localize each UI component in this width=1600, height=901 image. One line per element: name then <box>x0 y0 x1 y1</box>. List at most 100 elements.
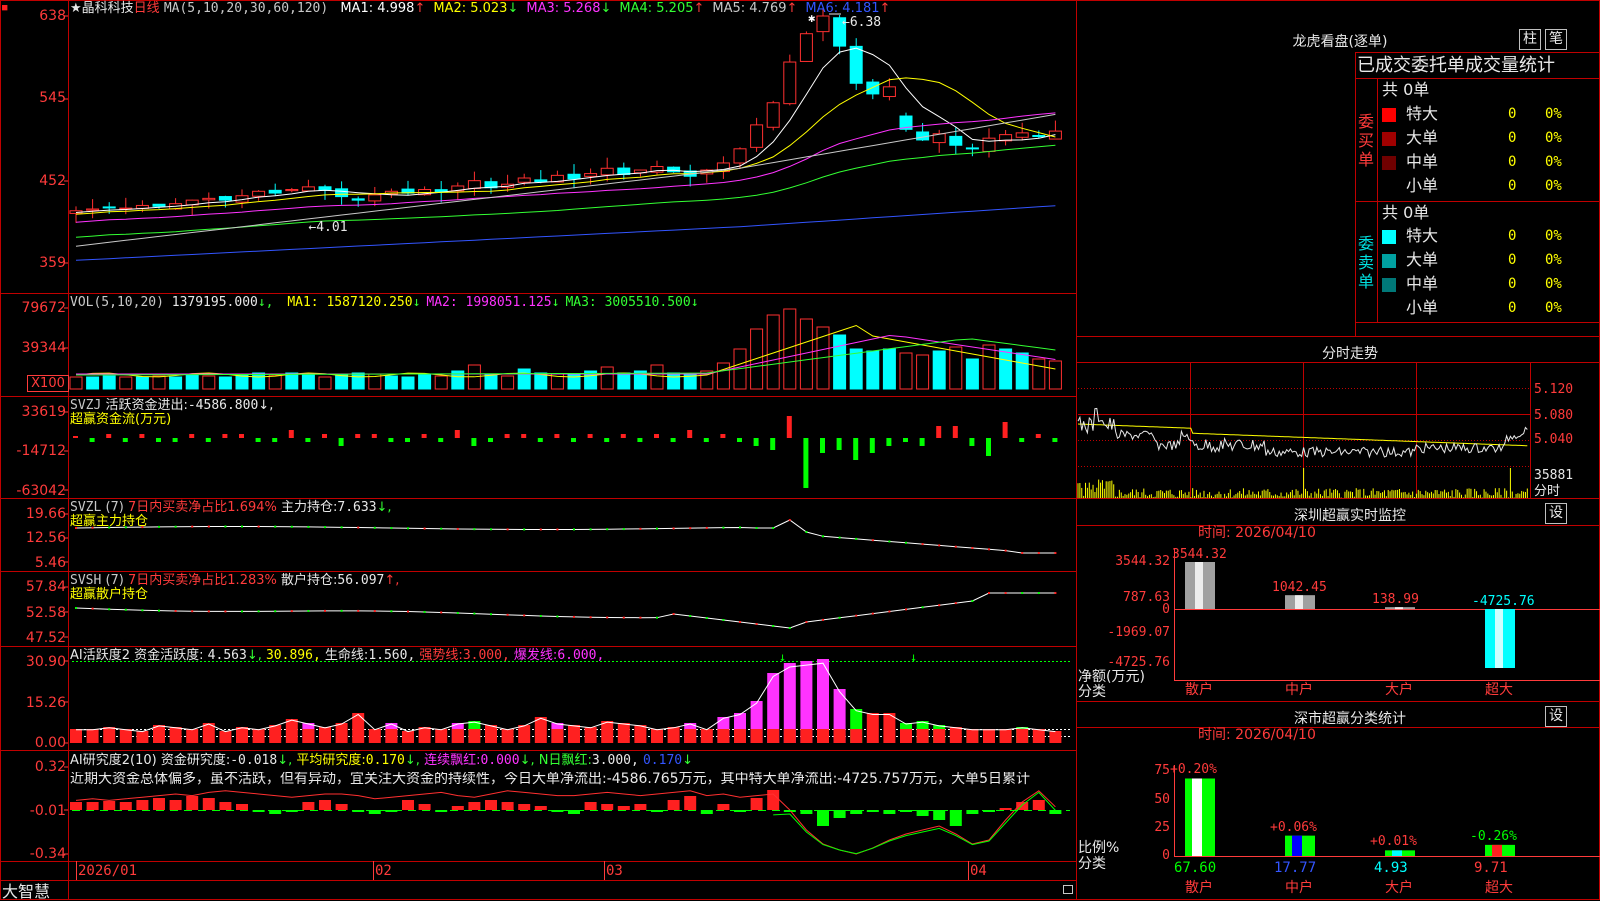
sz-monitor-y-tick: -4725.76 <box>1107 655 1170 670</box>
ma2-line <box>75 77 1056 215</box>
svsh-dot <box>656 616 658 619</box>
ai-active-bar <box>949 727 962 743</box>
sz-monitor-category: 散户 <box>1185 682 1213 698</box>
svsh-dot <box>639 616 642 619</box>
svzj-bar <box>720 434 726 438</box>
sz-category-settings-button[interactable]: 设 <box>1545 706 1567 727</box>
svzl-dot <box>290 525 293 528</box>
ai-research-bar <box>136 800 149 810</box>
sz-category-bar-inner <box>1392 850 1402 856</box>
ai-research-bar <box>634 804 647 810</box>
svzl-dot <box>855 537 858 540</box>
svzj-bar <box>703 438 709 442</box>
ai-active-panel-y-tick: 0.00 <box>34 735 66 751</box>
svzj-bar <box>654 434 659 438</box>
candle-body <box>882 86 896 98</box>
sz-monitor-category: 中户 <box>1285 682 1313 698</box>
price-panel-y-tick: 452 <box>39 173 66 189</box>
period-label[interactable]: 日线 <box>134 1 160 16</box>
ai-active-bar-base <box>850 729 863 743</box>
svzl-dot <box>241 525 243 528</box>
svzl-dot <box>490 528 492 531</box>
volume-bar <box>999 348 1013 390</box>
price-panel-y-tick: 638 <box>39 8 66 24</box>
candle-body <box>218 196 232 201</box>
sz-category-title: 深市超赢分类统计 <box>1294 711 1406 727</box>
sell-color-swatch <box>1382 254 1396 268</box>
svsh-dot <box>191 610 194 613</box>
svsh-line <box>75 592 1056 629</box>
svsh-dot <box>921 606 924 609</box>
svzj-bar <box>438 438 444 442</box>
svsh-dot <box>905 608 907 611</box>
buy-row-pct: 0% <box>1545 154 1562 170</box>
ai-research-bar <box>153 798 165 810</box>
ai-active-bar <box>584 727 597 743</box>
x-axis-date-label: 02 <box>375 863 392 879</box>
ai-active-bar <box>651 729 663 743</box>
svsh-dot <box>340 609 343 612</box>
ai-active-down-marker: ↓ <box>779 650 786 664</box>
svzj-bar <box>803 438 809 488</box>
svzl-dot <box>191 525 194 528</box>
svzj-bar <box>554 434 560 438</box>
candle-body <box>849 45 863 84</box>
sz-monitor-title: 深圳超赢实时监控 <box>1294 508 1406 524</box>
svzj-value: -4586.800 <box>187 398 259 413</box>
buy-row-name: 特大 <box>1406 104 1439 123</box>
svzj-bar <box>421 434 427 438</box>
svzl-dots <box>75 519 1057 554</box>
volume-bar <box>866 350 880 390</box>
svzj-bar <box>952 426 958 438</box>
sell-color-swatch <box>1382 230 1396 244</box>
svzl-dot <box>407 527 409 530</box>
ai-active-bar <box>634 725 647 743</box>
svsh-dot <box>971 600 974 602</box>
svzj-bar <box>205 438 211 442</box>
svsh-dot <box>473 612 476 615</box>
ai-research-bar <box>999 808 1012 810</box>
intraday-vol-label: 35881 <box>1534 468 1574 483</box>
svsh-dot <box>407 610 409 613</box>
svsh-panel-y-tick: 57.84 <box>25 579 66 595</box>
svzl-dot <box>1037 552 1040 554</box>
lhb-header: 已成交委托单成交量统计 <box>1357 55 1555 76</box>
sz-category-y-tick: 25 <box>1154 820 1170 835</box>
svzl-dot <box>639 527 642 530</box>
ai-active-bar-base <box>717 729 730 743</box>
svzj-bar <box>521 434 527 438</box>
tick-mode-button[interactable]: 笔 <box>1545 29 1567 50</box>
svzl-dot <box>805 531 808 533</box>
ai-research-bar <box>468 802 481 810</box>
sz-category-y-tick: 75 <box>1154 763 1170 778</box>
vol-ma1-arrow: ↓ <box>412 295 421 310</box>
volume-bar <box>301 374 315 390</box>
vol-unit-badge: X100 <box>27 375 69 392</box>
candle-body <box>866 81 880 95</box>
svsh-dot <box>805 621 808 623</box>
svzj-panel-y-tick: 33619 <box>21 404 66 420</box>
sz-monitor-y-tick: -1969.07 <box>1107 625 1170 640</box>
ai-research-bar <box>949 810 962 826</box>
bar-mode-button[interactable]: 柱 <box>1519 29 1541 50</box>
svzj-bar <box>587 434 593 438</box>
svsh-dot <box>589 616 592 619</box>
ai-active-bar <box>568 725 580 743</box>
sz-monitor-category: 大户 <box>1385 682 1413 698</box>
ai-active-bar <box>136 731 149 743</box>
ma6-arrow: ↑ <box>879 1 891 16</box>
lock-icon[interactable] <box>1063 885 1073 894</box>
svsh-panel-y-tick: 52.58 <box>25 605 66 621</box>
lhb-title: 龙虎看盘(逐单) <box>1292 34 1388 50</box>
ma6-line <box>75 205 1056 261</box>
volume-bar <box>335 374 349 390</box>
svsh-dot <box>257 610 260 613</box>
ai-active-bar <box>219 731 232 743</box>
sz-monitor-settings-button[interactable]: 设 <box>1545 503 1567 524</box>
svsh-dot <box>274 610 277 613</box>
ai-active-bar-base <box>800 729 813 743</box>
sz-monitor-time: 时间: 2026/04/10 <box>1198 525 1316 541</box>
svsh-panel-y-tick: 47.52 <box>25 630 66 646</box>
ai-active-bar-base <box>767 729 780 743</box>
sz-category-category: 中户 <box>1285 880 1313 896</box>
